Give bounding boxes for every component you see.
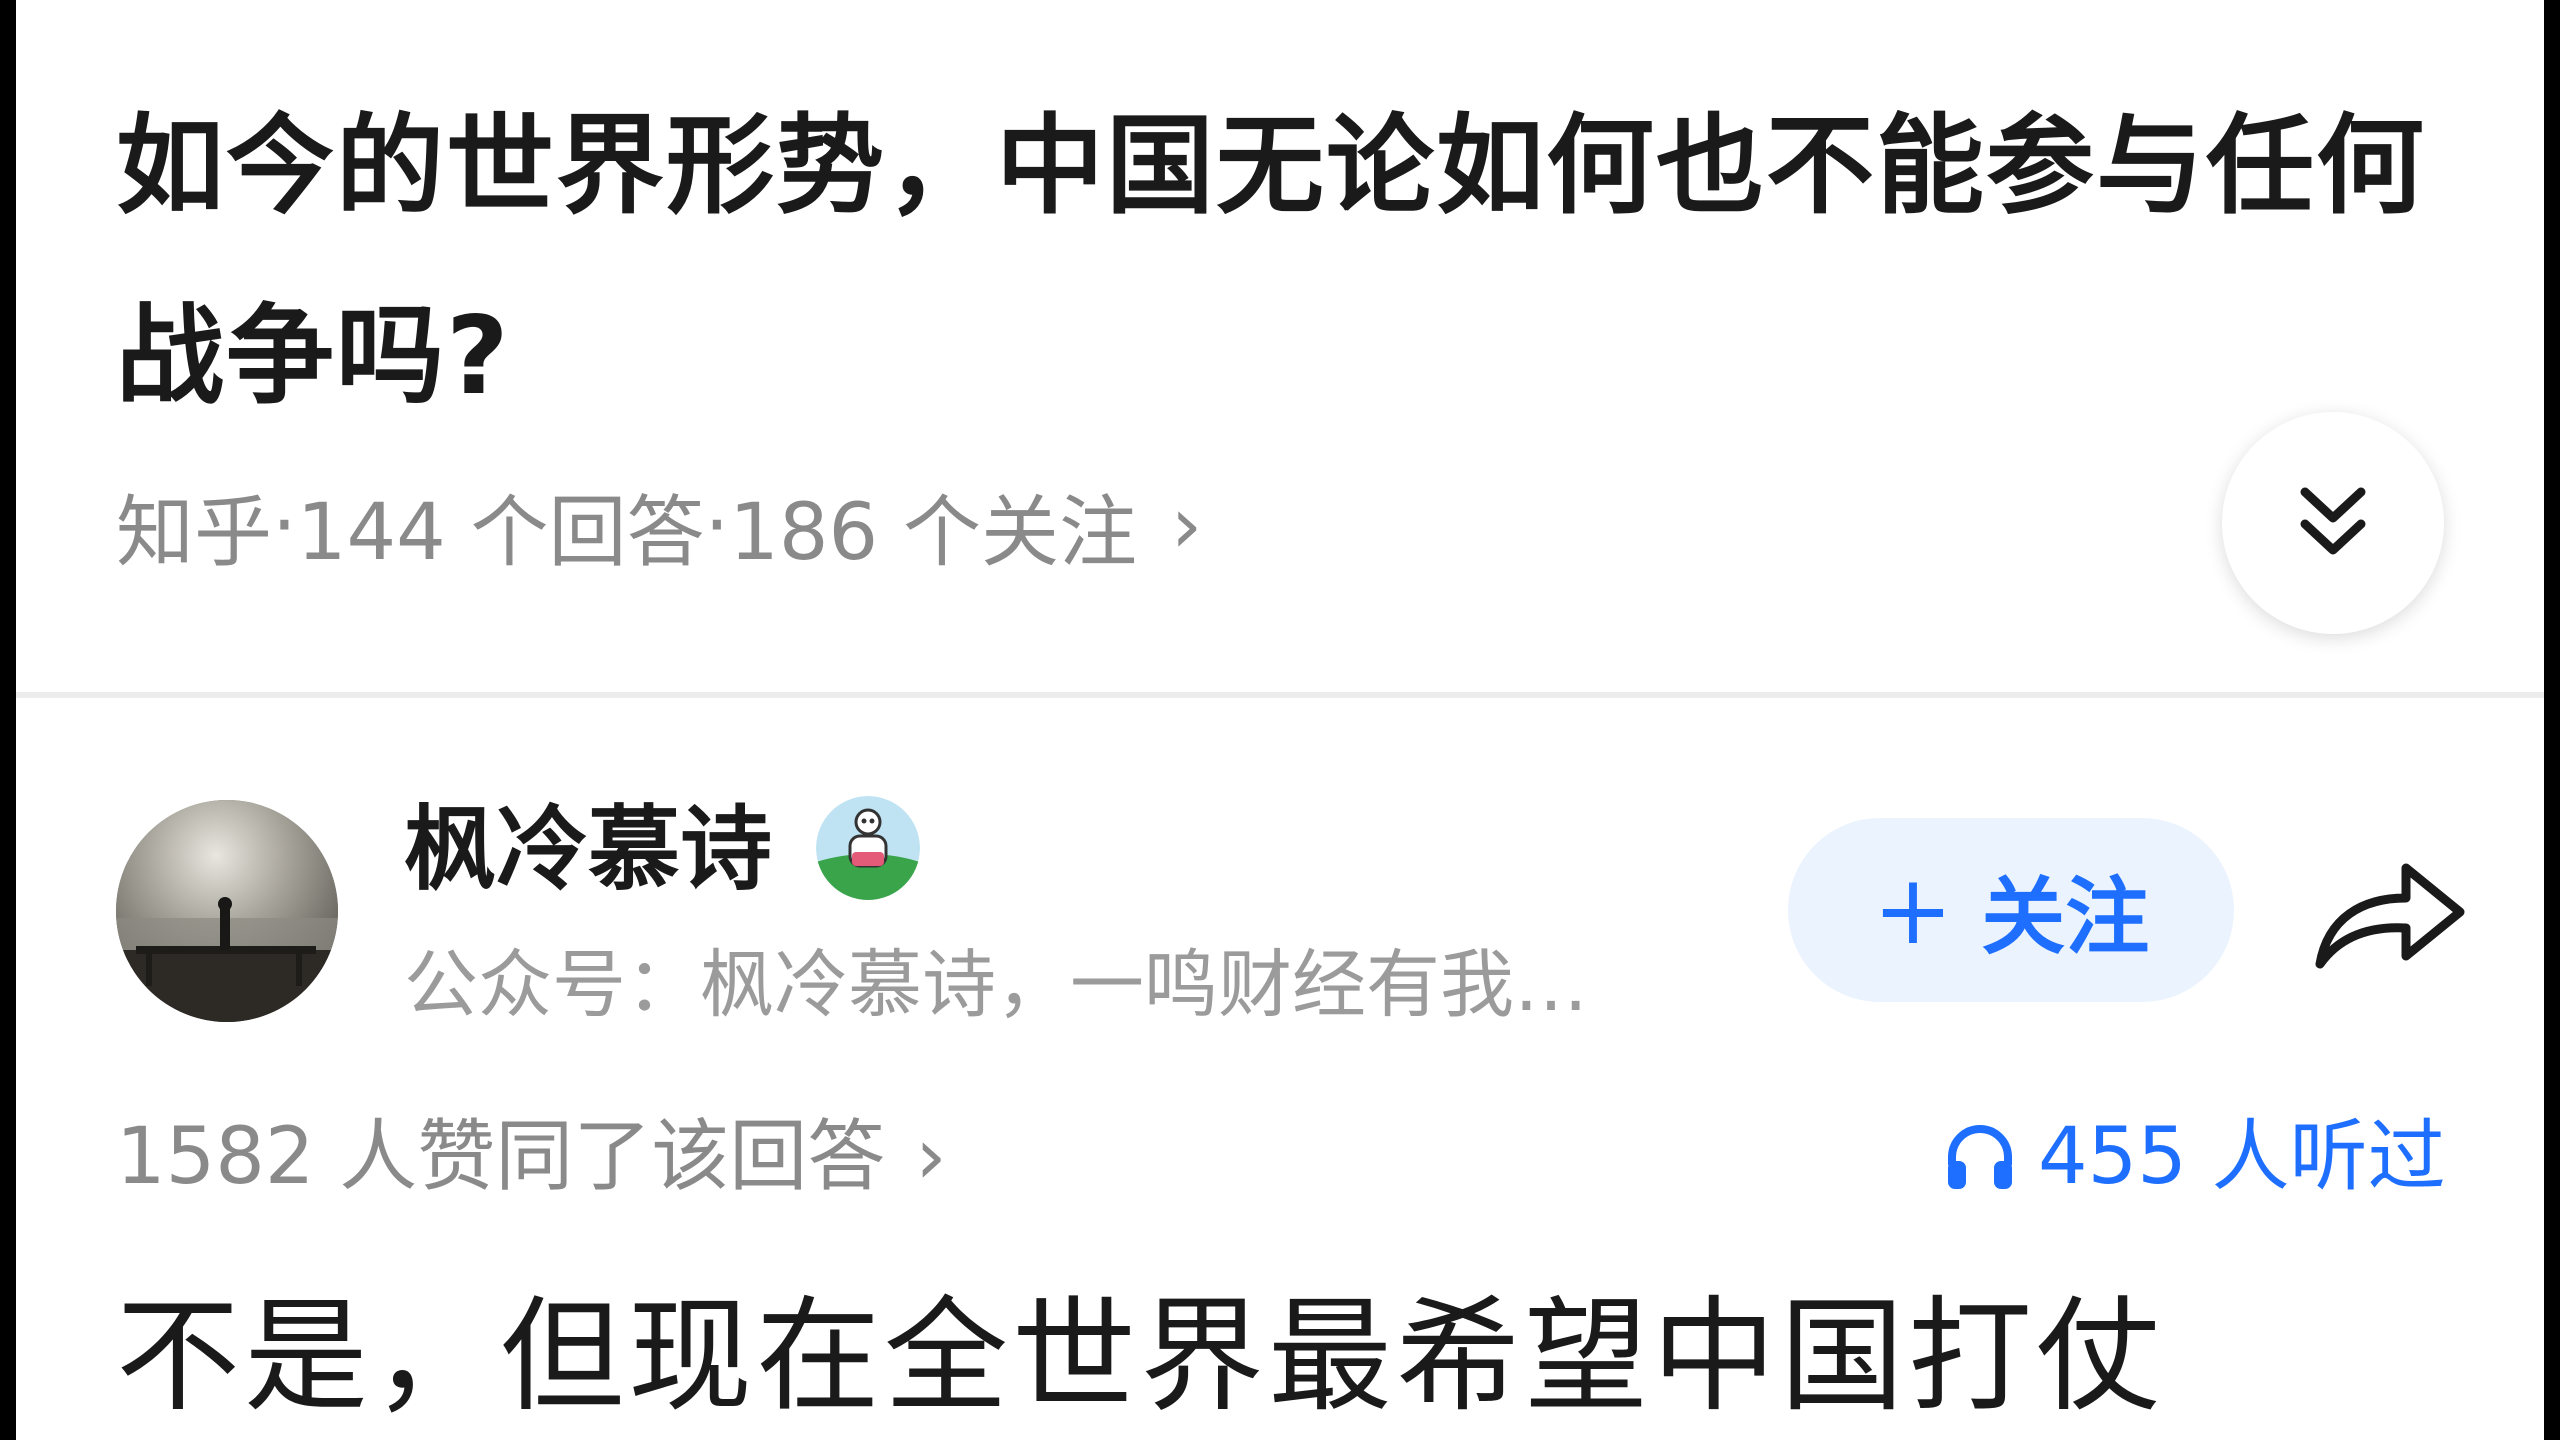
chevron-right-icon: › — [915, 1112, 947, 1202]
followers-count: 186 个关注 — [729, 488, 1137, 578]
share-arrow-icon — [2315, 863, 2465, 969]
author-bio: 公众号：枫冷慕诗，一鸣财经有我… — [404, 942, 1588, 1028]
question-title[interactable]: 如今的世界形势，中国无论如何也不能参与任何战争吗? — [116, 72, 2446, 452]
double-chevron-down-icon — [2300, 487, 2366, 555]
question-meta[interactable]: 知乎 · 144 个回答 · 186 个关注 › — [116, 476, 1203, 578]
listened-label: 455 人听过 — [2038, 1112, 2446, 1202]
answer-text[interactable]: 不是，但现在全世界最希望中国打仗 — [116, 1272, 2164, 1440]
upvote-count: 1582 人赞同了该回答 — [116, 1112, 886, 1202]
author-name[interactable]: 枫冷慕诗 — [404, 790, 772, 910]
author-avatar[interactable] — [116, 800, 338, 1022]
meta-separator: · — [272, 481, 297, 571]
meta-separator: · — [704, 481, 730, 571]
plus-icon: + — [1872, 854, 1954, 966]
answer-page: 如今的世界形势，中国无论如何也不能参与任何战争吗? 知乎 · 144 个回答 ·… — [16, 0, 2544, 1440]
author-badge-icon — [816, 796, 920, 900]
upvote-summary[interactable]: 1582 人赞同了该回答 › — [116, 1102, 947, 1212]
follow-button[interactable]: + 关注 — [1788, 818, 2234, 1002]
source-label: 知乎 — [116, 488, 273, 578]
collapse-button[interactable] — [2222, 412, 2444, 634]
avatar-image — [116, 800, 338, 1022]
follow-label: 关注 — [1981, 867, 2150, 966]
chevron-right-icon: › — [1170, 481, 1203, 571]
answers-count: 144 个回答 — [296, 488, 705, 578]
share-button[interactable] — [2310, 848, 2470, 978]
section-divider — [16, 692, 2544, 698]
headphones-icon — [1948, 1125, 2012, 1189]
listen-count[interactable]: 455 人听过 — [1944, 1102, 2446, 1212]
